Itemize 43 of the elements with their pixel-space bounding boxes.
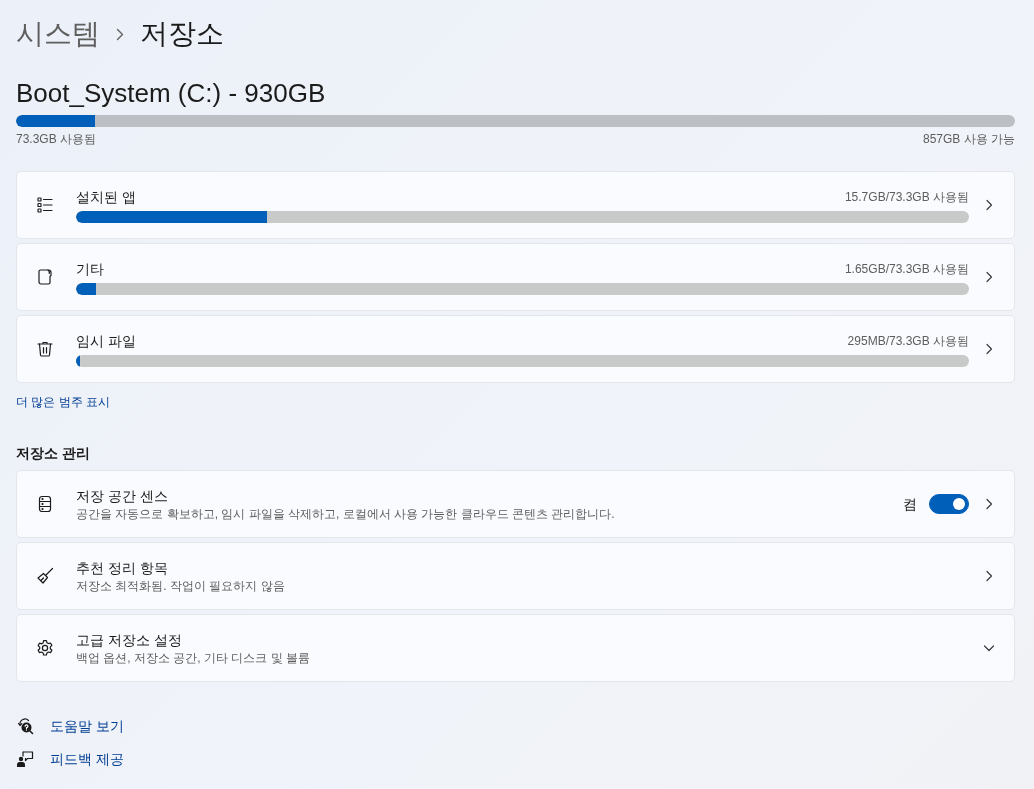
category-name: 설치된 앱 <box>76 188 136 207</box>
breadcrumb-link[interactable]: 시스템 <box>16 14 100 54</box>
toggle-switch[interactable] <box>929 494 969 514</box>
help-link[interactable]: 도움말 보기 <box>50 716 124 736</box>
setting-description: 공간을 자동으로 확보하고, 임시 파일을 삭제하고, 로컬에서 사용 가능한 클라우드 콘텐츠 관리합니다. <box>76 506 616 522</box>
setting-title: 추천 정리 항목 <box>76 559 169 578</box>
section-heading: 저장소 관리 <box>16 444 91 463</box>
free-space-text: 857GB 사용 가능 <box>922 131 1015 147</box>
settings-icon <box>35 638 55 658</box>
settings-card[interactable]: 저장 공간 센스 공간을 자동으로 확보하고, 임시 파일을 삭제하고, 로컬에서 사용 가능한 클라우드 콘텐츠 관리합니다. 켬 <box>16 470 1015 538</box>
category-usage: 1.65GB/73.3GB 사용됨 <box>844 261 969 277</box>
show-more-link[interactable]: 더 많은 범주 표시 <box>16 393 110 411</box>
category-card[interactable]: 설치된 앱 15.7GB/73.3GB 사용됨 <box>16 171 1015 239</box>
breadcrumb-chevron-icon <box>116 27 124 41</box>
drive-title: Boot_System (C:) - 930GB <box>16 77 327 110</box>
setting-description: 백업 옵션, 저장소 공간, 기타 디스크 및 볼륨 <box>76 650 311 666</box>
setting-title: 저장 공간 센스 <box>76 487 169 506</box>
category-card[interactable]: 임시 파일 295MB/73.3GB 사용됨 <box>16 315 1015 383</box>
setting-title: 고급 저장소 설정 <box>76 631 183 650</box>
category-usage: 295MB/73.3GB 사용됨 <box>847 333 969 349</box>
toggle-state-label: 켬 <box>903 495 917 514</box>
feedback-link[interactable]: 피드백 제공 <box>50 749 124 769</box>
chevron-right-icon <box>983 498 995 510</box>
used-space-text: 73.3GB 사용됨 <box>16 131 97 147</box>
feedback-icon <box>16 750 34 768</box>
settings-card[interactable]: 추천 정리 항목 저장소 최적화됨. 작업이 필요하지 않음 <box>16 542 1015 610</box>
category-card[interactable]: 기타 1.65GB/73.3GB 사용됨 <box>16 243 1015 311</box>
chevron-right-icon <box>983 343 995 355</box>
chevron-right-icon <box>983 199 995 211</box>
chevron-down-icon[interactable] <box>983 642 995 654</box>
broom-icon <box>35 566 55 586</box>
category-name: 기타 <box>76 260 104 279</box>
chevron-right-icon <box>983 570 995 582</box>
help-icon <box>16 717 34 735</box>
list-icon <box>35 195 55 215</box>
document-icon <box>35 267 55 287</box>
setting-description: 저장소 최적화됨. 작업이 필요하지 않음 <box>76 578 286 594</box>
category-usage: 15.7GB/73.3GB 사용됨 <box>844 189 969 205</box>
page-title: 저장소 <box>140 17 224 51</box>
settings-card[interactable]: 고급 저장소 설정 백업 옵션, 저장소 공간, 기타 디스크 및 볼륨 <box>16 614 1015 682</box>
chevron-right-icon <box>983 271 995 283</box>
category-name: 임시 파일 <box>76 332 136 351</box>
trash-icon <box>35 339 55 359</box>
